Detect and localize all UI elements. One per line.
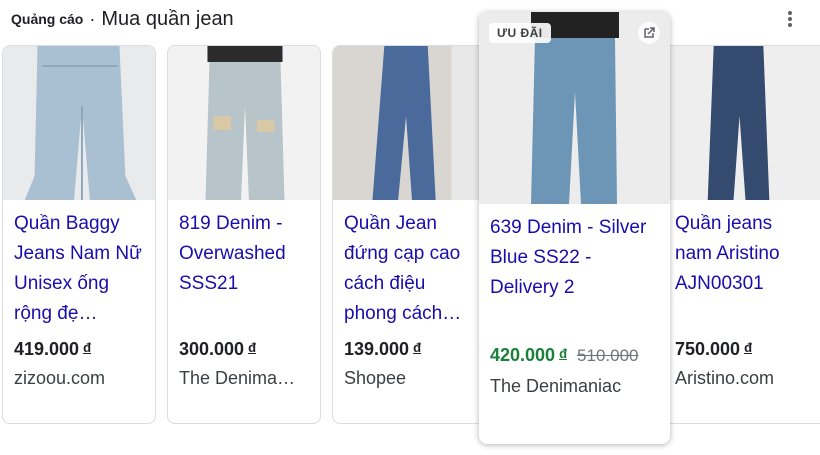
price-value: 139.000 xyxy=(344,339,410,359)
store-name: Shopee xyxy=(344,368,407,388)
currency-symbol: đ xyxy=(559,346,568,361)
ad-header: Quảng cáo · Mua quần jean xyxy=(11,5,234,33)
section-title: Mua quần jean xyxy=(101,7,234,30)
product-image xyxy=(664,46,820,200)
currency-symbol: đ xyxy=(413,340,422,355)
offer-badge: ƯU ĐÃI xyxy=(489,23,551,43)
product-image xyxy=(3,46,155,200)
price-value: 420.000 xyxy=(490,345,556,365)
price-value: 419.000 xyxy=(14,339,80,359)
price-value: 300.000 xyxy=(179,339,245,359)
ad-label: Quảng cáo xyxy=(11,11,84,27)
product-price: 750.000 đ xyxy=(675,339,752,360)
product-card[interactable]: 819 Denim - Overwashed SSS21 300.000 đ Th… xyxy=(167,45,321,424)
price-value: 750.000 xyxy=(675,339,741,359)
product-title[interactable]: 639 Denim - Silver Blue SS22 - Delivery … xyxy=(490,213,664,303)
product-title[interactable]: Quần Baggy Jeans Nam Nữ Unisex ống rộng … xyxy=(14,209,149,329)
store-name: zizoou.com xyxy=(14,368,106,388)
product-price: 420.000 đ 510.000 xyxy=(490,345,638,366)
currency-symbol: đ xyxy=(248,340,257,355)
product-card[interactable]: Quần Jean đứng cạp cao cách điệu phong c… xyxy=(332,45,486,424)
product-price: 300.000 đ xyxy=(179,339,256,360)
currency-symbol: đ xyxy=(83,340,92,355)
product-card[interactable]: Quần Baggy Jeans Nam Nữ Unisex ống rộng … xyxy=(2,45,156,424)
product-image xyxy=(333,46,485,200)
store-name: The Denimaniac xyxy=(490,376,622,396)
currency-symbol: đ xyxy=(744,340,753,355)
product-title[interactable]: Quần Jean đứng cạp cao cách điệu phong c… xyxy=(344,209,479,329)
product-price: 139.000 đ xyxy=(344,339,421,360)
product-title[interactable]: 819 Denim - Overwashed SSS21 xyxy=(179,209,314,329)
more-options-icon[interactable] xyxy=(780,8,800,30)
original-price: 510.000 xyxy=(577,346,639,365)
store-name: The Denima… xyxy=(179,368,296,388)
product-image xyxy=(168,46,320,200)
open-external-icon[interactable] xyxy=(638,22,660,44)
store-name: Aristino.com xyxy=(675,368,775,388)
product-card[interactable]: Quần jeans nam Aristino AJN00301 750.000… xyxy=(663,45,820,424)
product-title[interactable]: Quần jeans nam Aristino AJN00301 xyxy=(675,209,814,329)
product-card-featured[interactable]: ƯU ĐÃI 639 Denim - Silver Blue SS22 - De… xyxy=(479,12,670,444)
header-separator: · xyxy=(89,8,96,29)
product-price: 419.000 đ xyxy=(14,339,91,360)
